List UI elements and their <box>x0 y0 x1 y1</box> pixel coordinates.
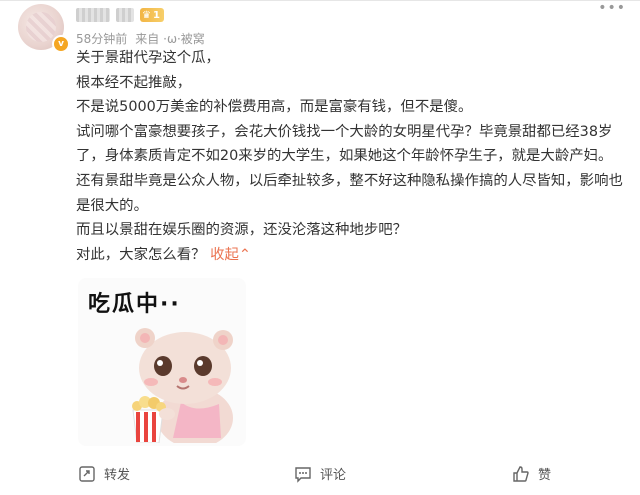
post-line: 不是说5000万美金的补偿费用高，而是富豪有钱，但不是傻。 <box>76 99 473 116</box>
post-content: 关于景甜代孕这个瓜， 根本经不起推敲， 不是说5000万美金的补偿费用高，而是富… <box>76 46 626 267</box>
post-line: 而且以景甜在娱乐圈的资源，还没沦落这种地步吧？ <box>76 222 407 239</box>
repost-button[interactable]: 转发 <box>78 464 130 483</box>
sticker-image[interactable]: 吃瓜中·· <box>78 278 246 446</box>
action-bar: 转发 评论 赞 <box>0 458 640 495</box>
comment-icon <box>295 466 311 483</box>
verified-badge-icon: v <box>52 35 70 53</box>
post-line: 还有景甜毕竟是公众人物，以后牵扯较多，整不好这种隐私操作搞的人尽皆知，影响也是很… <box>76 172 623 214</box>
post-meta: 58分钟前 来自 ·ω·被窝 <box>76 30 205 47</box>
like-label: 赞 <box>538 468 552 483</box>
post-line: 根本经不起推敲， <box>76 74 192 91</box>
collapse-button[interactable]: 收起⌃ <box>210 247 251 263</box>
level-number: 1 <box>152 9 160 21</box>
username-area[interactable]: ♛ 1 <box>76 6 164 24</box>
username-blurred-2 <box>116 8 134 22</box>
ellipsis-icon[interactable]: ••• <box>598 0 626 16</box>
post-line-last: 对此，大家怎么看？ 收起⌃ <box>76 246 251 263</box>
top-divider <box>0 0 640 1</box>
chevron-up-icon: ⌃ <box>238 246 251 263</box>
thumbs-up-icon <box>513 465 529 482</box>
username-blurred <box>76 8 110 22</box>
repost-label: 转发 <box>104 468 131 483</box>
like-button[interactable]: 赞 <box>512 464 551 483</box>
post-line: 试问哪个富豪想要孩子，会花大价钱找一个大龄的女明星代孕？毕竟景甜都已经38岁了，… <box>76 123 613 165</box>
comment-button[interactable]: 评论 <box>294 464 346 483</box>
level-badge: ♛ 1 <box>140 8 164 22</box>
repost-icon <box>79 465 95 482</box>
post-source: 来自 ·ω·被窝 <box>135 32 205 46</box>
sticker-caption: 吃瓜中·· <box>88 292 181 317</box>
crown-icon: ♛ <box>142 9 151 21</box>
post-time: 58分钟前 <box>76 32 128 46</box>
cat-eating-popcorn-illustration <box>132 328 233 443</box>
comment-label: 评论 <box>320 468 347 483</box>
post-line: 关于景甜代孕这个瓜， <box>76 50 220 66</box>
